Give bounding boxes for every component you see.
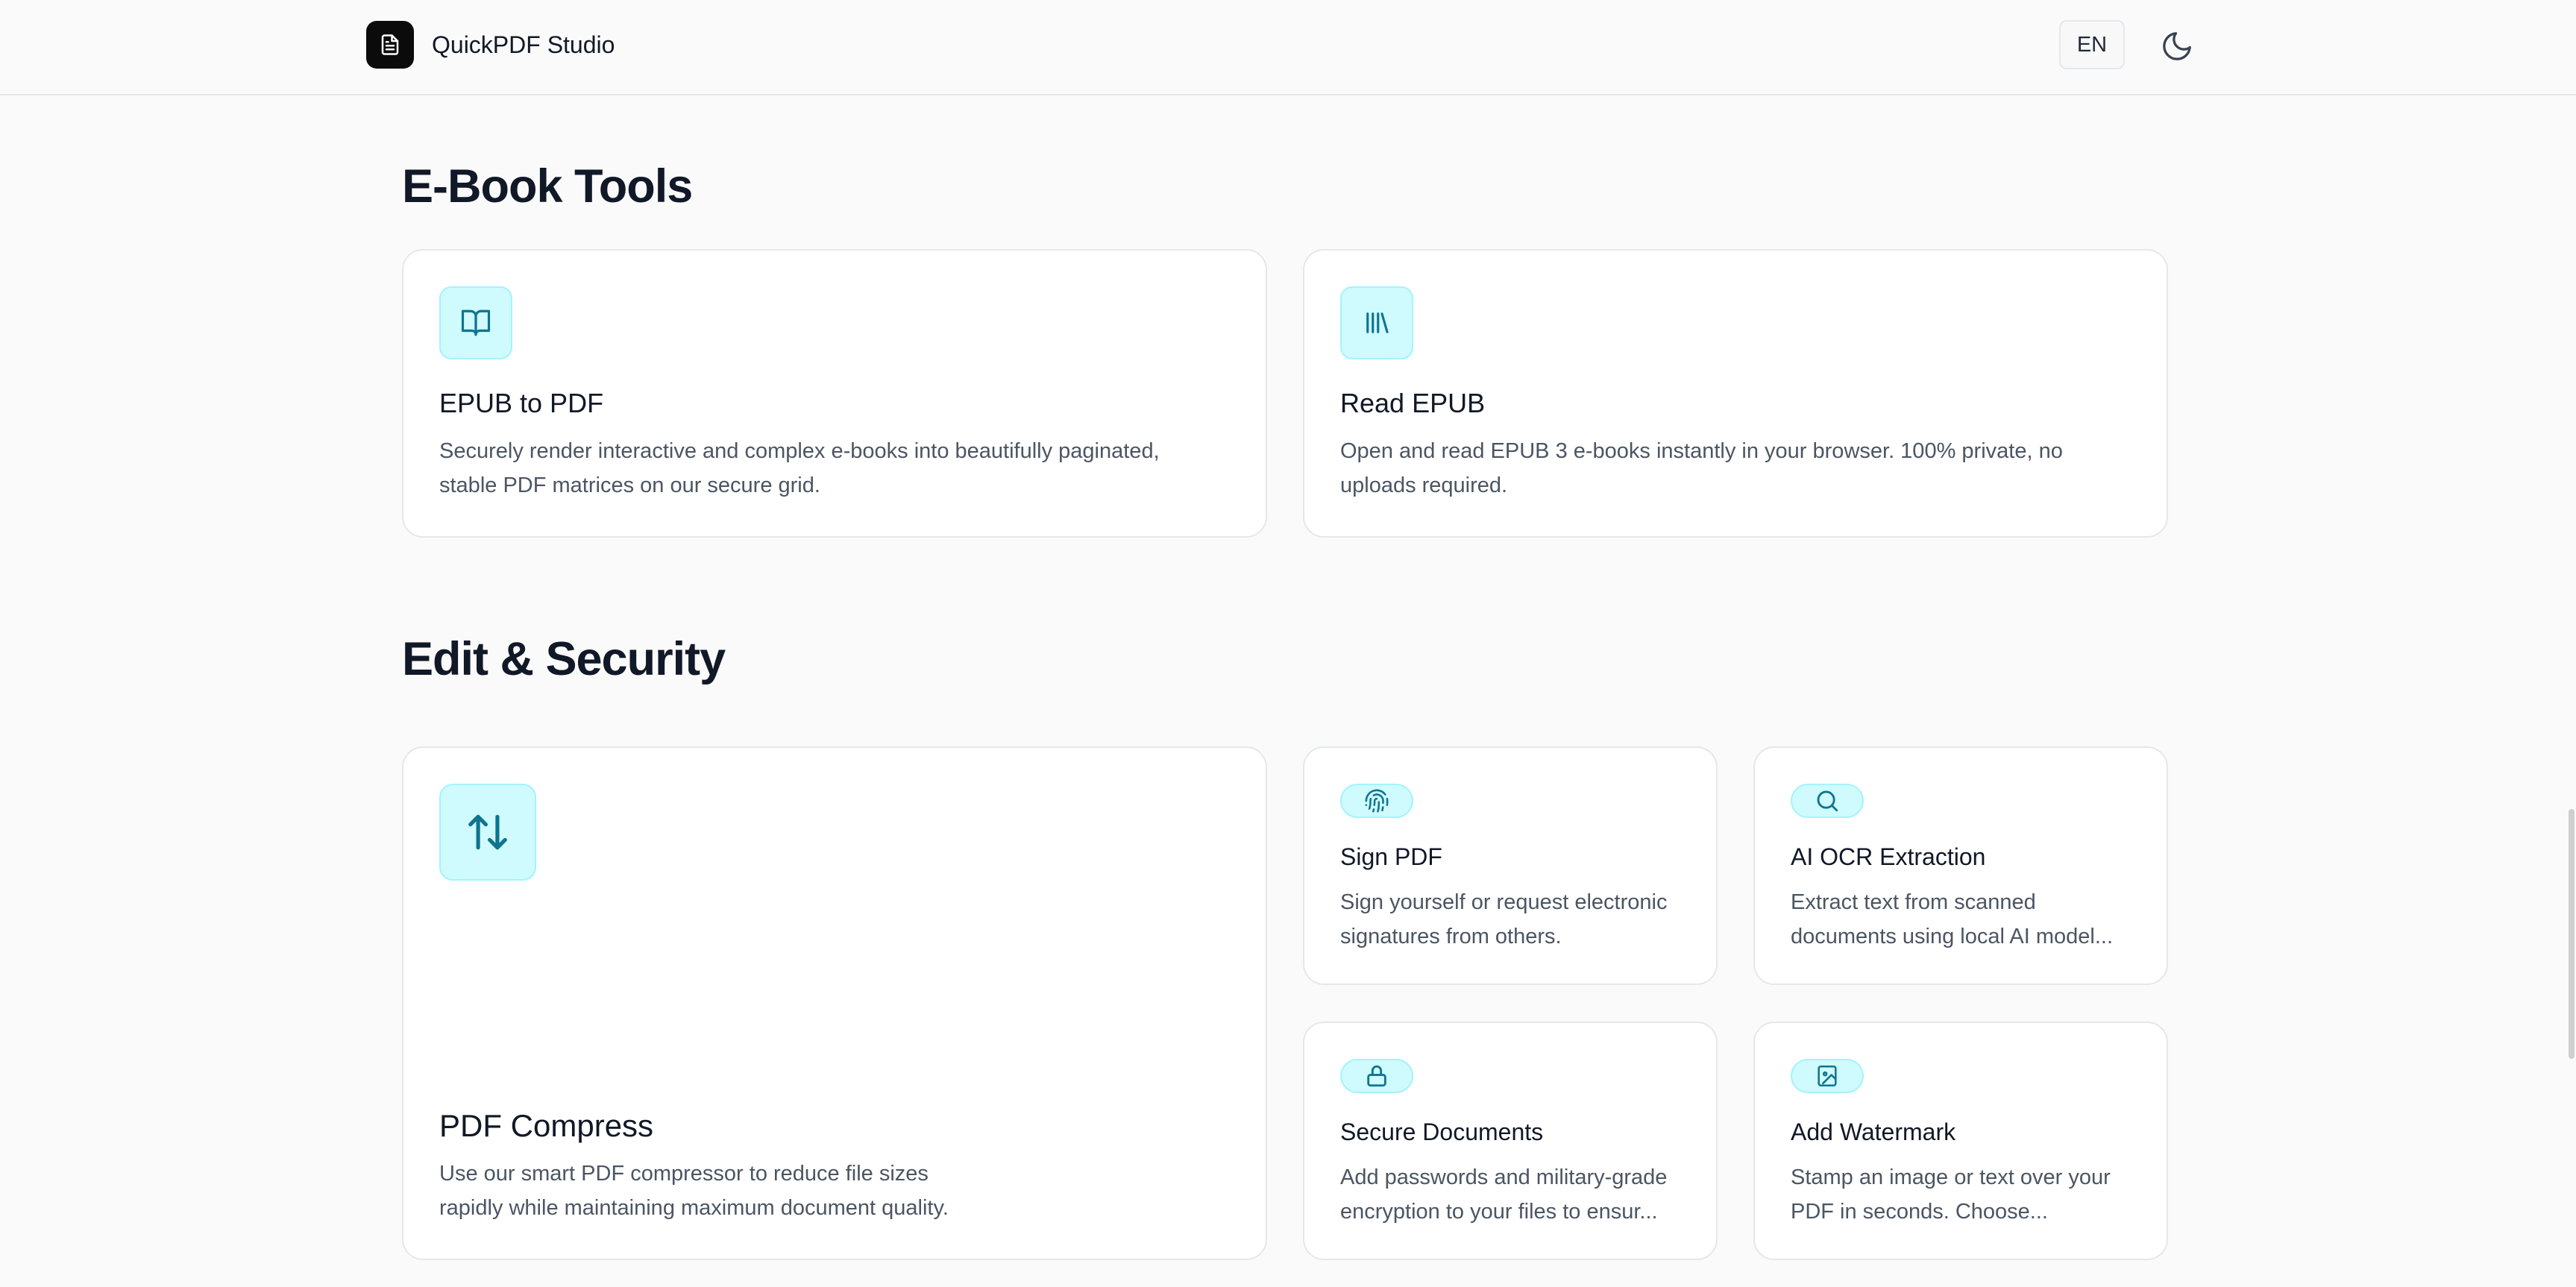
tool-card-title: Sign PDF	[1340, 843, 1442, 870]
section-title-ebook-tools: E-Book Tools	[402, 160, 693, 213]
arrow-up-down-icon	[468, 814, 507, 850]
fingerprint-icon	[1365, 789, 1389, 813]
tool-card-icon-tile	[1340, 1059, 1413, 1093]
description-line: Sign yourself or request electronic	[1340, 890, 1668, 914]
tool-card-description: Add passwords and military-grade encrypti…	[1340, 1160, 1667, 1229]
book-open-icon	[461, 309, 491, 336]
tool-card-description: Use our smart PDF compressor to reduce f…	[439, 1157, 949, 1225]
description-line: PDF in seconds. Choose...	[1791, 1200, 2048, 1224]
description-line: Securely render interactive and complex …	[439, 439, 1160, 463]
search-icon	[1817, 790, 1838, 812]
tool-card-icon-tile	[439, 286, 512, 359]
tool-card-icon-tile	[1340, 784, 1413, 818]
logo[interactable]	[366, 21, 414, 69]
tool-card-title: AI OCR Extraction	[1791, 843, 1986, 870]
tool-card-icon-tile	[1791, 1059, 1864, 1093]
tool-card-pdf-compress[interactable]: PDF Compress Use our smart PDF compresso…	[402, 746, 1267, 1260]
scrollbar-thumb[interactable]	[2569, 809, 2575, 1059]
tool-card-title: EPUB to PDF	[439, 388, 604, 418]
language-button[interactable]: EN	[2059, 20, 2125, 69]
lock-icon	[1367, 1065, 1386, 1087]
description-line: documents using local AI model...	[1791, 925, 2114, 948]
description-line: Stamp an image or text over your	[1791, 1165, 2111, 1189]
section-title-edit-security: Edit & Security	[402, 633, 726, 685]
theme-toggle-button[interactable]	[2156, 25, 2198, 67]
brand-name[interactable]: QuickPDF Studio	[432, 27, 615, 63]
top-navbar: QuickPDF Studio EN	[0, 0, 2576, 95]
file-image-icon	[1818, 1065, 1837, 1087]
description-line: signatures from others.	[1340, 925, 1562, 948]
tool-card-ai-ocr-extraction[interactable]: AI OCR Extraction Extract text from scan…	[1753, 746, 2168, 985]
tool-card-icon-tile	[1791, 784, 1864, 818]
tool-card-secure-documents[interactable]: Secure Documents Add passwords and milit…	[1303, 1022, 1718, 1260]
tool-card-title: PDF Compress	[439, 1108, 654, 1143]
tool-card-title: Read EPUB	[1340, 388, 1486, 418]
tool-card-read-epub[interactable]: Read EPUB Open and read EPUB 3 e-books i…	[1303, 249, 2168, 538]
description-line: rapidly while maintaining maximum docume…	[439, 1196, 949, 1220]
description-line: stable PDF matrices on our secure grid.	[439, 473, 820, 497]
moon-icon	[2163, 32, 2191, 60]
tool-card-description: Extract text from scanned documents using…	[1791, 885, 2113, 954]
tool-card-icon-tile	[1340, 286, 1413, 359]
tool-card-icon-tile	[439, 784, 536, 881]
tool-card-description: Stamp an image or text over your PDF in s…	[1791, 1160, 2111, 1229]
tool-card-title: Secure Documents	[1340, 1118, 1544, 1145]
tool-card-description: Securely render interactive and complex …	[439, 434, 1160, 503]
tool-card-description: Open and read EPUB 3 e-books instantly i…	[1340, 434, 2063, 503]
tool-card-sign-pdf[interactable]: Sign PDF Sign yourself or request electr…	[1303, 746, 1718, 985]
description-line: Add passwords and military-grade	[1340, 1165, 1668, 1189]
tool-card-epub-to-pdf[interactable]: EPUB to PDF Securely render interactive …	[402, 249, 1267, 538]
tool-card-add-watermark[interactable]: Add Watermark Stamp an image or text ove…	[1753, 1022, 2168, 1260]
description-line: encryption to your files to ensur...	[1340, 1200, 1658, 1224]
description-line: uploads required.	[1340, 473, 1508, 497]
description-line: Use our smart PDF compressor to reduce f…	[439, 1162, 929, 1186]
tool-card-title: Add Watermark	[1791, 1118, 1956, 1145]
description-line: Open and read EPUB 3 e-books instantly i…	[1340, 439, 2063, 463]
library-icon	[1366, 312, 1389, 333]
description-line: Extract text from scanned	[1791, 890, 2036, 914]
tool-card-description: Sign yourself or request electronic signa…	[1340, 885, 1667, 954]
file-text-icon	[381, 34, 399, 55]
